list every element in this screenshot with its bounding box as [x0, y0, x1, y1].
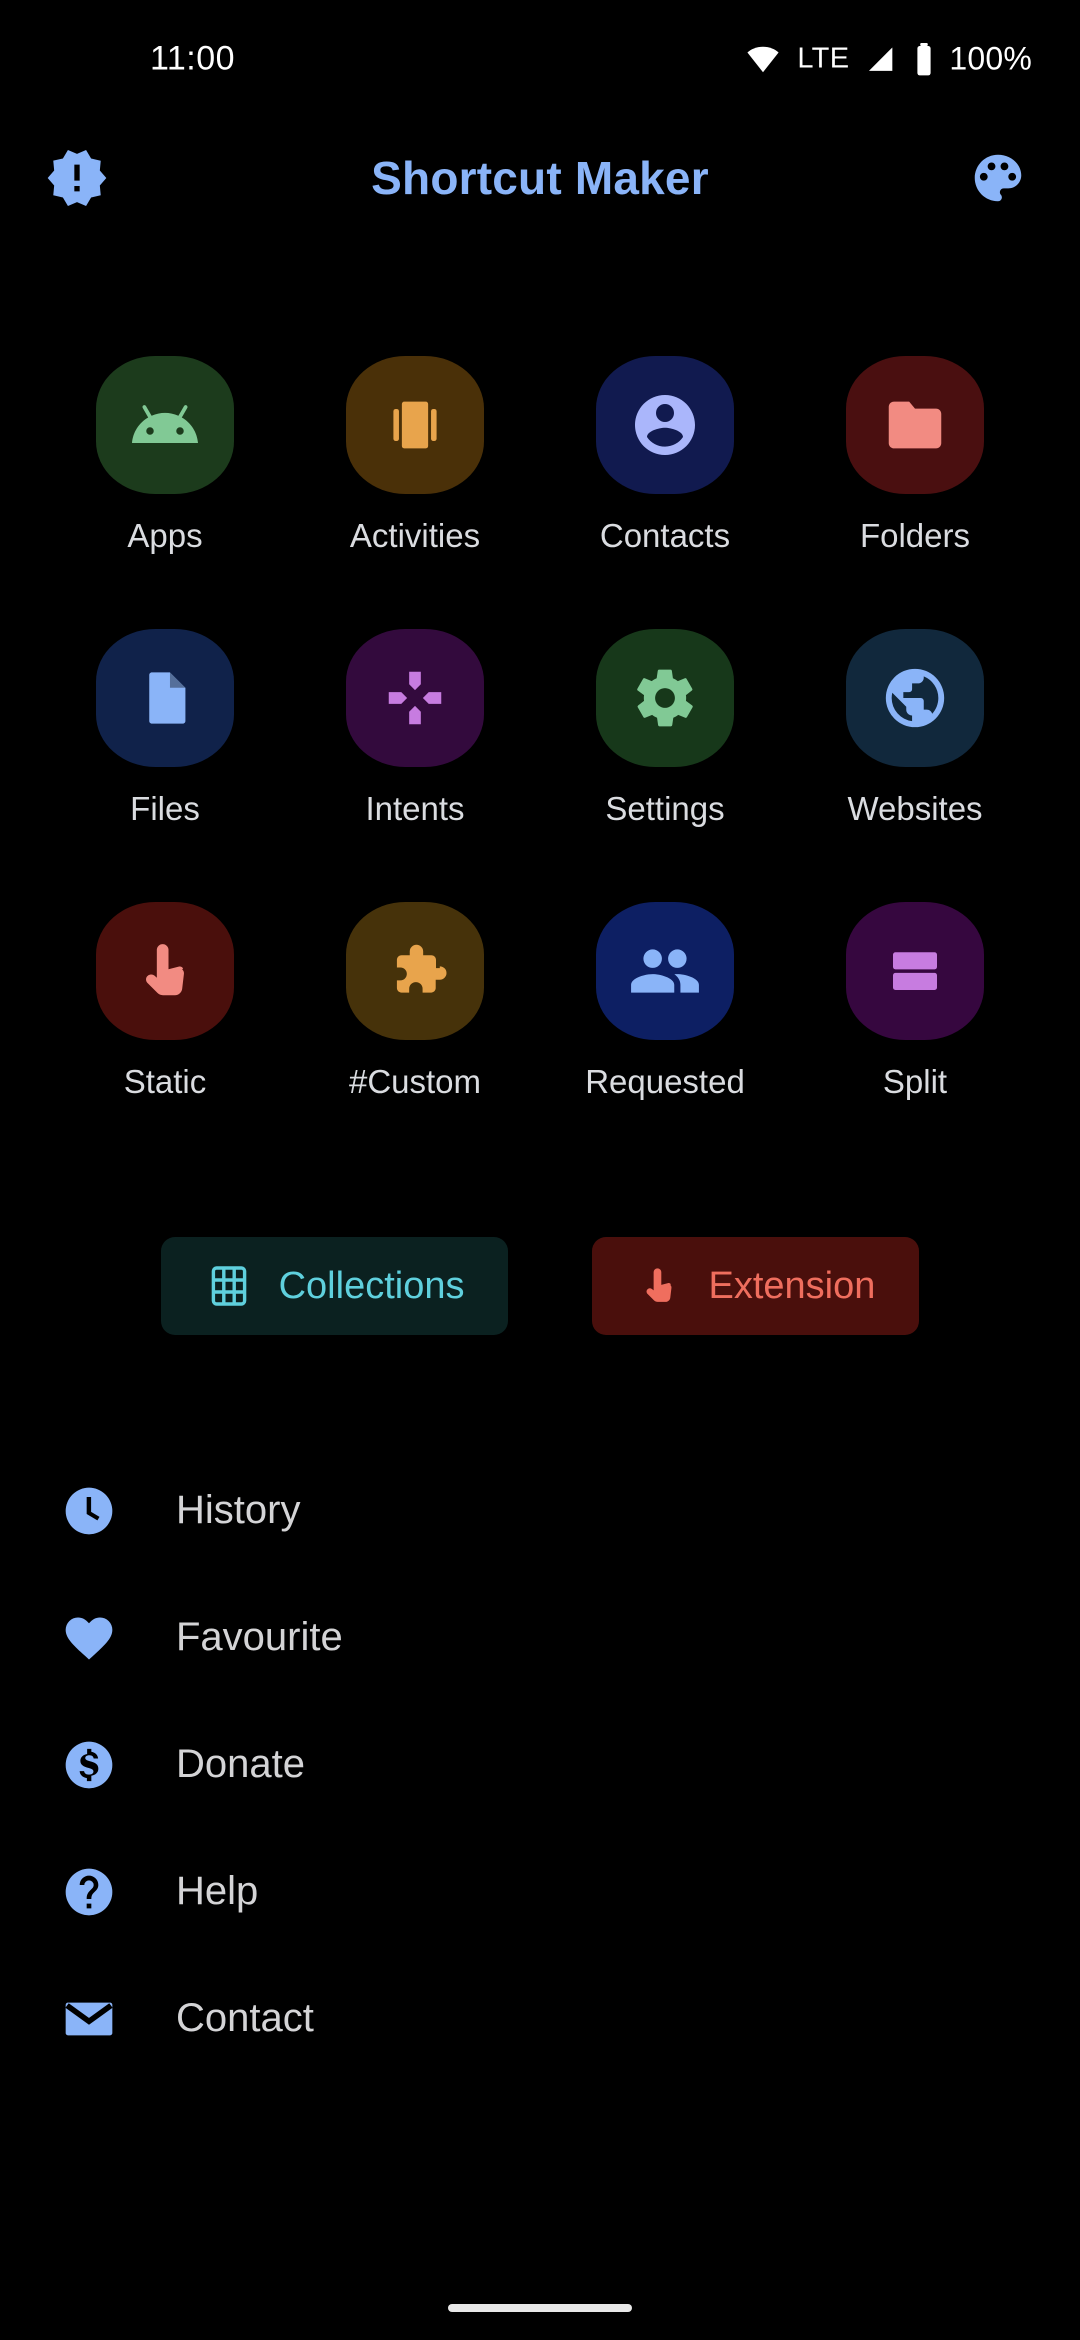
page-title: Shortcut Maker — [371, 152, 709, 204]
android-icon — [129, 389, 201, 461]
touch-icon — [636, 1261, 682, 1311]
grid-tile-label: Requested — [585, 1063, 745, 1100]
person-icon — [629, 389, 701, 461]
grid-tile-folders-icon-bg — [846, 356, 984, 494]
grid-tile-label: Apps — [127, 517, 203, 554]
menu-item-history[interactable]: History — [0, 1447, 1080, 1574]
grid-tile-label: Split — [882, 1063, 948, 1100]
grid-tile-settings-icon-bg — [596, 629, 734, 767]
grid-tile-label: Contacts — [599, 517, 731, 554]
menu-item-label: Contact — [176, 1996, 314, 2040]
grid-tile-custom-icon-bg — [346, 902, 484, 1040]
menu-item-help[interactable]: Help — [0, 1828, 1080, 1955]
extension-button[interactable]: Extension — [592, 1237, 920, 1335]
grid-tile-settings[interactable]: Settings — [540, 629, 790, 828]
menu-item-label: History — [176, 1488, 301, 1532]
app-bar: Shortcut Maker — [0, 118, 1080, 238]
grid-tile-folders[interactable]: Folders — [790, 356, 1040, 555]
battery-icon — [913, 41, 935, 77]
phone-screen: 11:00 LTE 100% Shortcut Maker Apps Activ… — [0, 0, 1080, 2340]
grid-tile-label: Static — [123, 1063, 207, 1100]
puzzle-icon — [380, 936, 450, 1006]
grid-tile-label: Files — [130, 790, 200, 827]
grid-tile-split-icon-bg — [846, 902, 984, 1040]
grid-tile-files-icon-bg — [96, 629, 234, 767]
grid-tile-static-icon-bg — [96, 902, 234, 1040]
network-type-label: LTE — [797, 42, 850, 75]
grid-tile-websites[interactable]: Websites — [790, 629, 1040, 828]
grid-tile-apps-icon-bg — [96, 356, 234, 494]
shortcut-type-grid-wrapper: Apps Activities Contacts Folders Files I… — [0, 238, 1080, 1101]
grid-tile-activities-icon-bg — [346, 356, 484, 494]
heart-icon — [58, 1607, 120, 1669]
grid-tile-static[interactable]: Static — [40, 902, 290, 1101]
grid-tile-activities[interactable]: Activities — [290, 356, 540, 555]
grid-tile-split[interactable]: Split — [790, 902, 1040, 1101]
document-icon — [130, 663, 200, 733]
grid-tile-label: Websites — [847, 790, 983, 827]
folder-icon — [880, 390, 950, 460]
palette-icon-button[interactable] — [952, 132, 1044, 224]
shortcut-type-grid: Apps Activities Contacts Folders Files I… — [40, 356, 1040, 1101]
collections-button-label: Collections — [278, 1264, 465, 1307]
grid-tile-intents-icon-bg — [346, 629, 484, 767]
grid-view-icon — [205, 1262, 253, 1310]
menu-item-label: Favourite — [176, 1615, 343, 1659]
grid-tile-label: Settings — [605, 790, 725, 827]
action-button-row: Collections Extension — [0, 1237, 1080, 1335]
menu-item-favourite[interactable]: Favourite — [0, 1574, 1080, 1701]
dollar-circle-icon — [58, 1734, 120, 1796]
globe-icon — [880, 663, 950, 733]
palette-icon — [967, 147, 1029, 209]
home-indicator[interactable] — [448, 2304, 632, 2312]
grid-tile-label: Intents — [365, 790, 465, 827]
split-screen-icon — [882, 938, 948, 1004]
grid-tile-apps[interactable]: Apps — [40, 356, 290, 555]
battery-percent-label: 100% — [949, 40, 1032, 77]
grid-tile-label: Activities — [349, 517, 481, 554]
grid-tile-label: #Custom — [348, 1063, 482, 1100]
grid-tile-intents[interactable]: Intents — [290, 629, 540, 828]
grid-tile-contacts-icon-bg — [596, 356, 734, 494]
extension-button-label: Extension — [708, 1264, 876, 1307]
envelope-icon — [58, 1988, 120, 2050]
grid-tile-contacts[interactable]: Contacts — [540, 356, 790, 555]
touch-icon — [130, 936, 200, 1006]
open-with-icon — [380, 663, 450, 733]
book-icon — [380, 390, 450, 460]
grid-tile-requested-icon-bg — [596, 902, 734, 1040]
wifi-icon — [743, 42, 783, 76]
people-icon — [628, 934, 702, 1008]
menu-item-contact[interactable]: Contact — [0, 1955, 1080, 2082]
question-circle-icon — [58, 1861, 120, 1923]
clock-icon — [58, 1480, 120, 1542]
menu-item-donate[interactable]: Donate — [0, 1701, 1080, 1828]
status-bar: 11:00 LTE 100% — [0, 0, 1080, 118]
grid-tile-websites-icon-bg — [846, 629, 984, 767]
status-bar-indicators: LTE 100% — [743, 41, 1032, 78]
menu-item-label: Donate — [176, 1742, 305, 1786]
grid-tile-custom[interactable]: #Custom — [290, 902, 540, 1101]
status-bar-clock: 11:00 — [150, 39, 236, 78]
grid-tile-files[interactable]: Files — [40, 629, 290, 828]
signal-icon — [863, 42, 899, 76]
grid-tile-requested[interactable]: Requested — [540, 902, 790, 1101]
collections-button[interactable]: Collections — [160, 1237, 509, 1335]
gear-icon — [631, 664, 699, 732]
menu-item-label: Help — [176, 1869, 259, 1913]
grid-tile-label: Folders — [859, 517, 971, 554]
menu-list: History Favourite Donate Help Contact — [0, 1447, 1080, 2082]
